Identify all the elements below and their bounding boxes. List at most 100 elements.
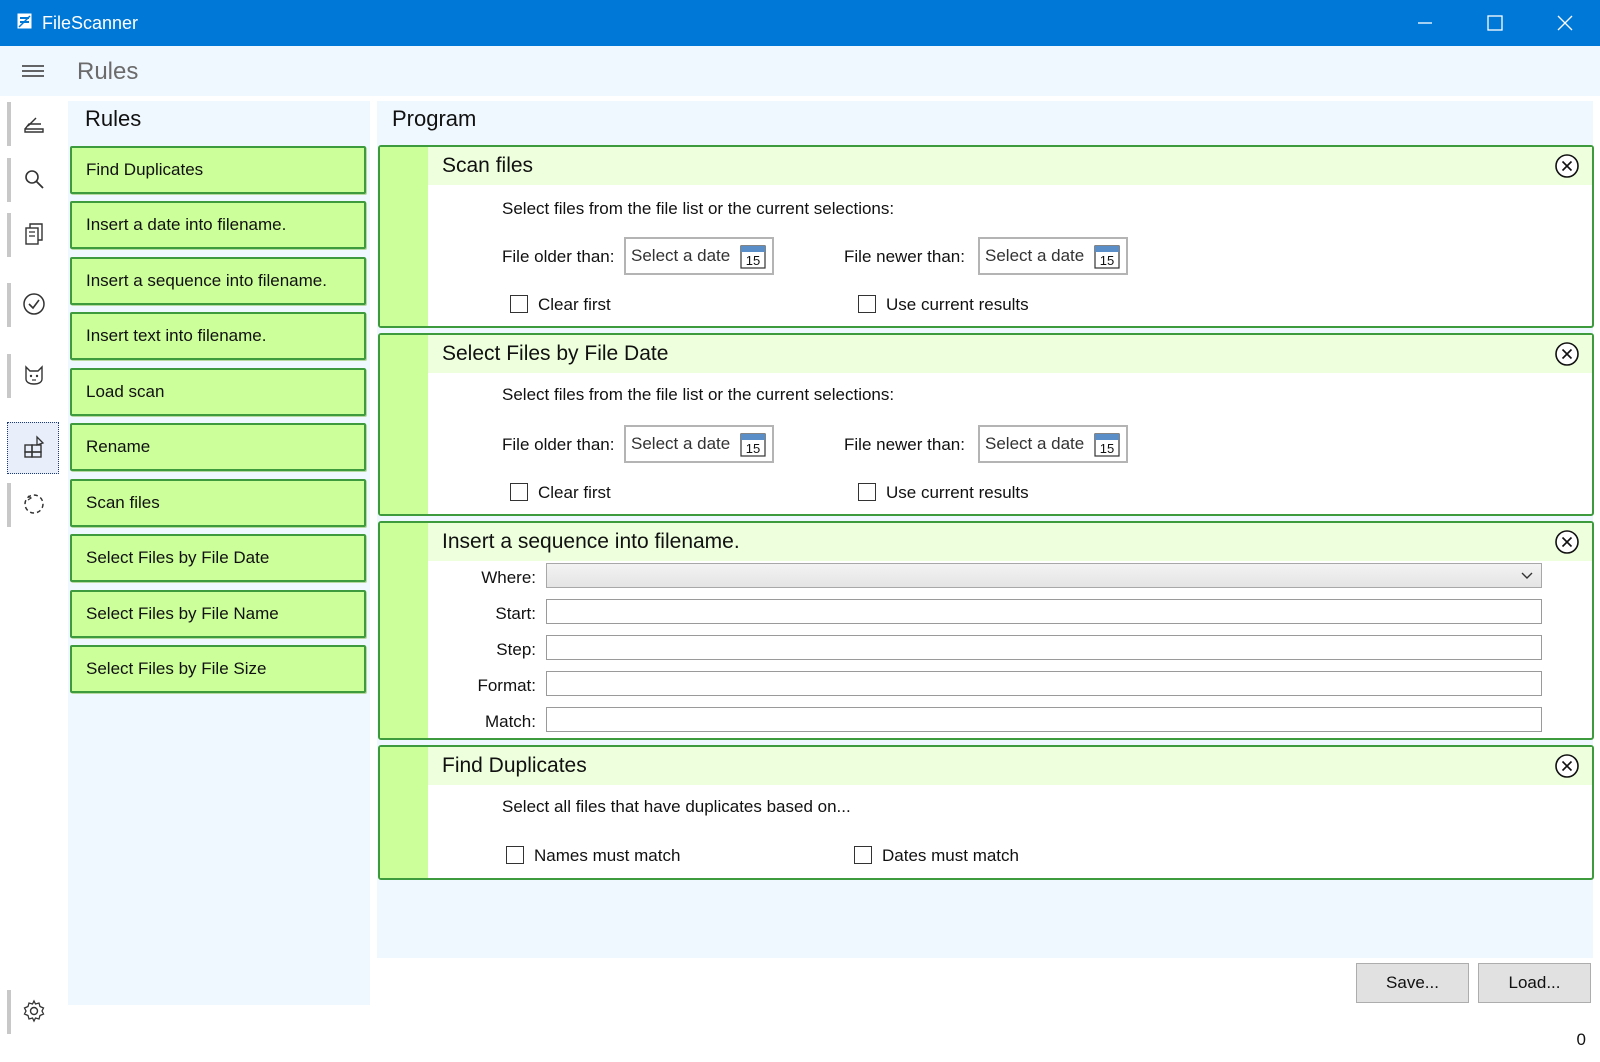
calendar-day: 15 bbox=[746, 253, 760, 268]
page-title: Rules bbox=[77, 58, 139, 85]
format-input[interactable] bbox=[546, 671, 1542, 696]
nav-settings[interactable] bbox=[7, 986, 59, 1038]
app-icon bbox=[17, 13, 32, 29]
nav-rules[interactable] bbox=[7, 422, 59, 474]
newer-than-label: File newer than: bbox=[844, 435, 965, 454]
card-title: Scan files bbox=[442, 154, 534, 177]
date-placeholder: Select a date bbox=[985, 246, 1085, 265]
calendar-icon[interactable]: 15 bbox=[1094, 243, 1120, 269]
card-stripe bbox=[380, 523, 428, 738]
remove-card-icon[interactable] bbox=[1554, 753, 1580, 779]
rules-heading: Rules bbox=[85, 106, 142, 131]
newer-than-datepicker[interactable]: Select a date 15 bbox=[978, 237, 1128, 275]
header-bar: Rules bbox=[0, 46, 1600, 96]
card-title: Insert a sequence into filename. bbox=[442, 530, 740, 553]
calendar-day: 15 bbox=[1100, 441, 1114, 456]
older-than-label: File older than: bbox=[502, 435, 615, 454]
chevron-down-icon bbox=[1521, 572, 1533, 579]
nav-indicator bbox=[7, 283, 11, 327]
use-current-results-checkbox[interactable] bbox=[858, 483, 876, 501]
rules-icon bbox=[24, 435, 45, 458]
hamburger-menu-icon[interactable] bbox=[20, 60, 46, 82]
names-must-match-label: Names must match bbox=[534, 846, 681, 865]
older-than-datepicker[interactable]: Select a date 15 bbox=[624, 237, 774, 275]
minimize-button[interactable] bbox=[1390, 0, 1460, 46]
remove-card-icon[interactable] bbox=[1554, 341, 1580, 367]
clear-first-label: Clear first bbox=[538, 295, 611, 314]
use-current-results-checkbox[interactable] bbox=[858, 295, 876, 313]
match-label: Match: bbox=[484, 712, 536, 731]
nav-indicator bbox=[7, 158, 11, 202]
nav-indicator bbox=[7, 483, 11, 527]
card-stripe bbox=[380, 147, 428, 326]
rule-button-insert-sequence[interactable]: Insert a sequence into filename. bbox=[70, 257, 366, 305]
minimize-icon bbox=[1418, 22, 1432, 24]
rule-button-rename[interactable]: Rename bbox=[70, 423, 366, 471]
search-icon bbox=[25, 170, 44, 189]
nav-verify[interactable] bbox=[7, 279, 59, 331]
calendar-icon[interactable]: 15 bbox=[740, 431, 766, 457]
date-placeholder: Select a date bbox=[985, 434, 1085, 453]
card-stripe bbox=[380, 335, 428, 514]
loading-icon bbox=[24, 494, 44, 514]
newer-than-label: File newer than: bbox=[844, 247, 965, 266]
where-combobox[interactable] bbox=[546, 563, 1542, 588]
program-card-select-by-date: Select Files by File Date Select files f… bbox=[378, 333, 1594, 516]
title-bar: FileScanner bbox=[0, 0, 1600, 46]
nav-indicator bbox=[7, 213, 11, 257]
rule-button-select-by-date[interactable]: Select Files by File Date bbox=[70, 534, 366, 582]
format-label: Format: bbox=[477, 676, 536, 695]
nav-scanner[interactable] bbox=[7, 98, 59, 150]
nav-indicator bbox=[7, 102, 11, 146]
navigation-rail bbox=[0, 96, 62, 1062]
maximize-button[interactable] bbox=[1460, 0, 1530, 46]
rule-button-insert-date[interactable]: Insert a date into filename. bbox=[70, 201, 366, 249]
match-input[interactable] bbox=[546, 707, 1542, 732]
rule-button-insert-text[interactable]: Insert text into filename. bbox=[70, 312, 366, 360]
date-placeholder: Select a date bbox=[631, 434, 731, 453]
rule-button-select-by-name[interactable]: Select Files by File Name bbox=[70, 590, 366, 638]
card-description: Select files from the file list or the c… bbox=[502, 199, 895, 218]
close-window-button[interactable] bbox=[1530, 0, 1600, 46]
program-card-find-duplicates: Find Duplicates Select all files that ha… bbox=[378, 745, 1594, 880]
card-header bbox=[428, 747, 1592, 785]
copy-icon bbox=[25, 223, 43, 245]
scanner-icon bbox=[24, 117, 44, 133]
remove-card-icon[interactable] bbox=[1554, 529, 1580, 555]
check-circle-icon bbox=[23, 293, 45, 315]
clear-first-checkbox[interactable] bbox=[510, 483, 528, 501]
start-input[interactable] bbox=[546, 599, 1542, 624]
rule-button-scan-files[interactable]: Scan files bbox=[70, 479, 366, 527]
nav-indicator bbox=[7, 990, 11, 1034]
use-current-results-label: Use current results bbox=[886, 295, 1029, 314]
step-input[interactable] bbox=[546, 635, 1542, 660]
newer-than-datepicker[interactable]: Select a date 15 bbox=[978, 425, 1128, 463]
nav-search[interactable] bbox=[7, 154, 59, 206]
card-title: Find Duplicates bbox=[442, 754, 587, 777]
calendar-day: 15 bbox=[746, 441, 760, 456]
step-label: Step: bbox=[496, 640, 536, 659]
nav-cat[interactable] bbox=[7, 350, 59, 402]
where-label: Where: bbox=[481, 568, 536, 587]
nav-progress[interactable] bbox=[7, 479, 59, 531]
remove-card-icon[interactable] bbox=[1554, 153, 1580, 179]
rule-button-select-by-size[interactable]: Select Files by File Size bbox=[70, 645, 366, 693]
older-than-label: File older than: bbox=[502, 247, 615, 266]
load-button[interactable]: Load... bbox=[1478, 963, 1591, 1003]
calendar-icon[interactable]: 15 bbox=[740, 243, 766, 269]
dates-must-match-label: Dates must match bbox=[882, 846, 1019, 865]
names-must-match-checkbox[interactable] bbox=[506, 846, 524, 864]
dates-must-match-checkbox[interactable] bbox=[854, 846, 872, 864]
nav-copy[interactable] bbox=[7, 209, 59, 261]
use-current-results-label: Use current results bbox=[886, 483, 1029, 502]
card-description: Select files from the file list or the c… bbox=[502, 385, 895, 404]
clear-first-label: Clear first bbox=[538, 483, 611, 502]
older-than-datepicker[interactable]: Select a date 15 bbox=[624, 425, 774, 463]
clear-first-checkbox[interactable] bbox=[510, 295, 528, 313]
rule-button-find-duplicates[interactable]: Find Duplicates bbox=[70, 146, 366, 194]
program-heading: Program bbox=[392, 106, 477, 131]
save-button[interactable]: Save... bbox=[1356, 963, 1469, 1003]
status-count: 0 bbox=[1576, 1030, 1586, 1049]
rule-button-load-scan[interactable]: Load scan bbox=[70, 368, 366, 416]
calendar-icon[interactable]: 15 bbox=[1094, 431, 1120, 457]
